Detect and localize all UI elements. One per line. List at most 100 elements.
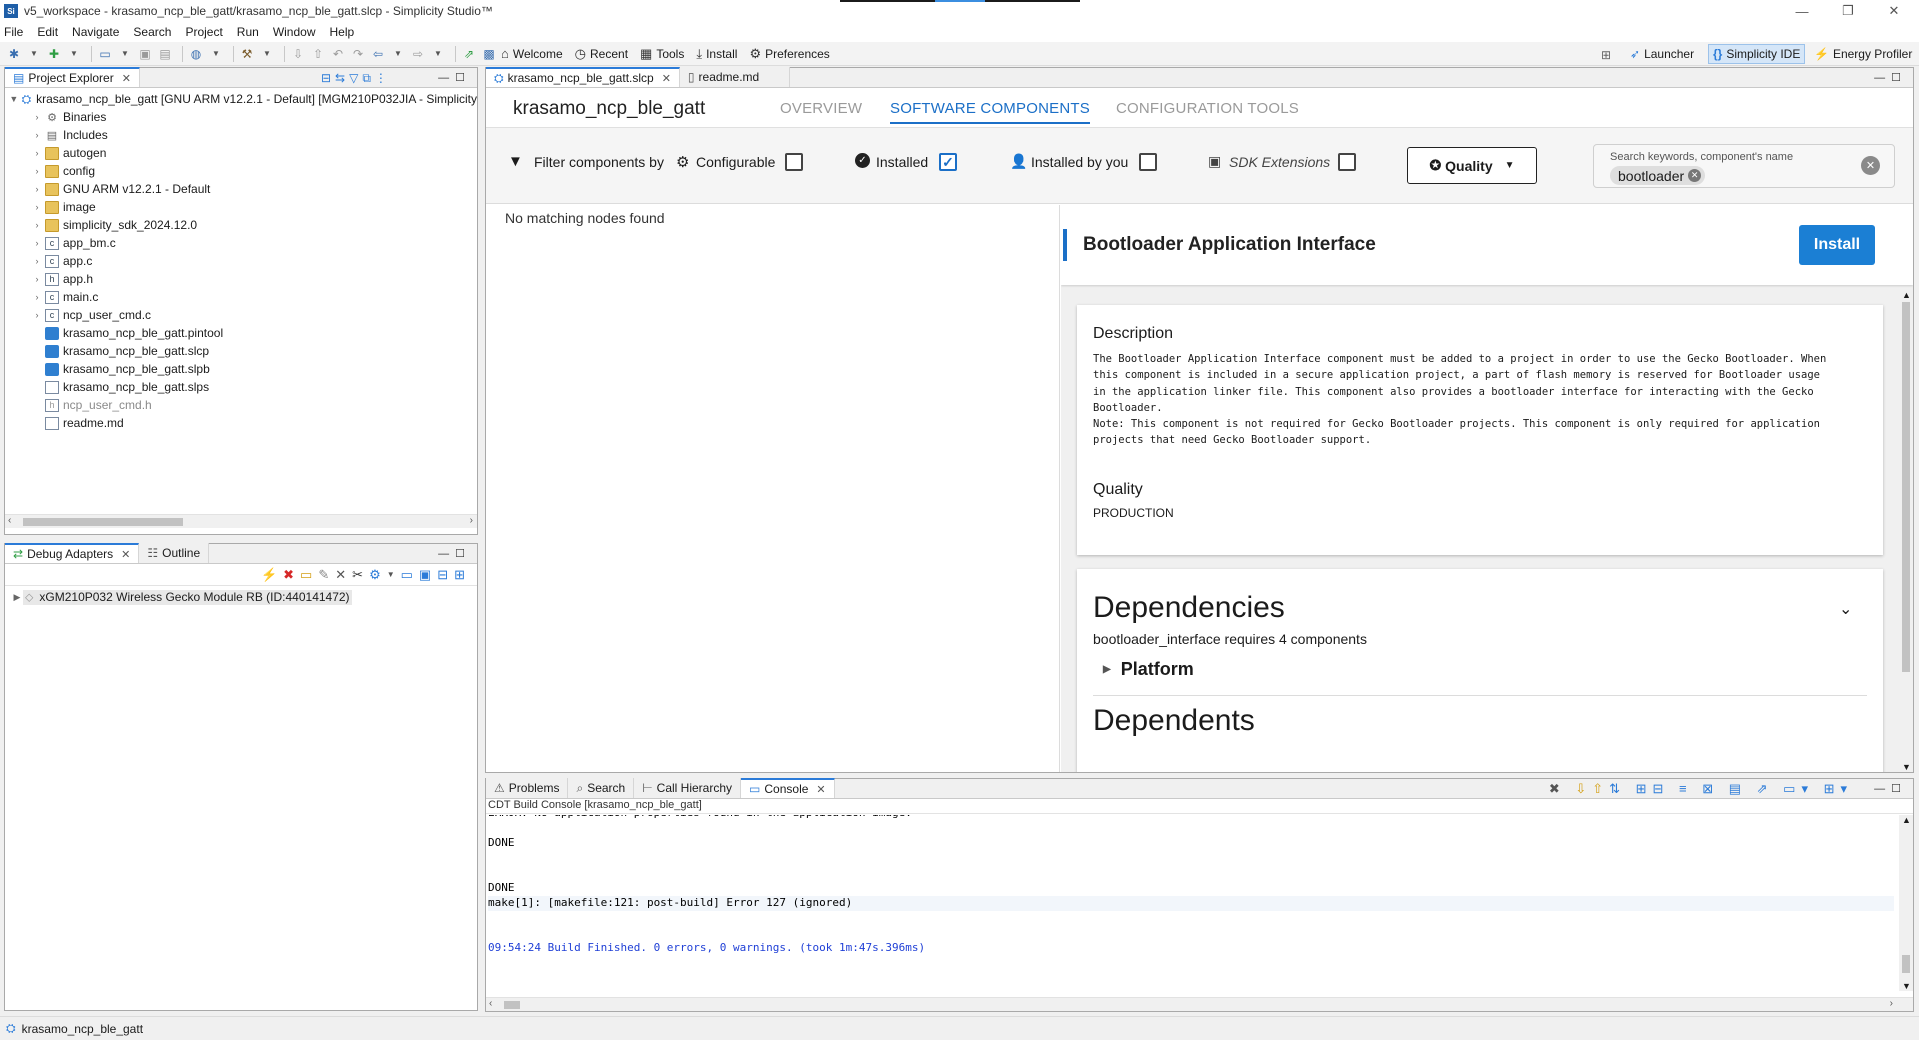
project-root-row[interactable]: ▼ ⛭ krasamo_ncp_ble_gatt [GNU ARM v12.2.… [5, 90, 477, 108]
project-tree-item[interactable]: › c ncp_user_cmd.c [5, 306, 477, 324]
install-button[interactable]: Install [1799, 225, 1875, 265]
search-chip[interactable]: bootloader ✕ [1610, 166, 1706, 185]
chevron-down-icon[interactable]: ⌄ [1839, 599, 1852, 619]
installed-by-you-checkbox[interactable] [1139, 153, 1157, 171]
toolbar-tools[interactable]: ▦ Tools [640, 46, 684, 62]
minimize-button[interactable]: — [1779, 0, 1825, 22]
menu-edit[interactable]: Edit [37, 25, 58, 39]
remove-icon[interactable]: ✕ [335, 567, 352, 583]
project-tree-item[interactable]: › simplicity_sdk_2024.12.0 [5, 216, 477, 234]
scroll-down-icon[interactable]: ▼ [1902, 981, 1911, 991]
explorer-toolbar-icons[interactable]: ⊟⇆▽⧉⋮ [321, 71, 391, 86]
tab-console[interactable]: ▭ Console ✕ [741, 778, 835, 798]
console-toolbar-icons[interactable]: ✖ ⇩⇧⇅ ⊞⊟ ≡ ⊠ ▤ ⇗ ▭▾ ⊞▾ [1549, 781, 1853, 797]
project-tree-item[interactable]: › c main.c [5, 288, 477, 306]
toolbar-install[interactable]: ⤓ Install [696, 46, 737, 62]
debug-device-row[interactable]: ▶ ⬦ xGM210P032 Wireless Gecko Module RB (… [5, 588, 477, 606]
chip-remove-icon[interactable]: ✕ [1688, 169, 1702, 182]
project-tree-item[interactable]: › config [5, 162, 477, 180]
project-tree-item[interactable]: krasamo_ncp_ble_gatt.pintool [5, 324, 477, 342]
open-task-icon[interactable]: ⇗ [461, 46, 477, 62]
perspective-energy-profiler[interactable]: ⚡ Energy Profiler [1810, 44, 1916, 64]
chevron-right-icon[interactable]: › [31, 292, 43, 302]
nav-overview[interactable]: OVERVIEW [780, 100, 862, 117]
forward-icon[interactable]: ⇨ [410, 46, 426, 62]
chevron-right-icon[interactable]: › [31, 310, 43, 320]
view-menu-icon[interactable]: ▭▣⊟⊞ [401, 567, 471, 583]
redo-icon[interactable]: ↷ [350, 46, 366, 62]
project-tree-item[interactable]: › c app.c [5, 252, 477, 270]
project-tree-item[interactable]: › ⚙ Binaries [5, 108, 477, 126]
dropdown-icon[interactable]: ▼ [390, 46, 406, 62]
scroll-thumb[interactable] [23, 518, 183, 526]
project-tree-item[interactable]: › ▤ Includes [5, 126, 477, 144]
connect-icon[interactable]: ⚡ [261, 567, 283, 583]
tab-readme[interactable]: ▯ readme.md [679, 67, 790, 87]
nav-software-components[interactable]: SOFTWARE COMPONENTS [890, 100, 1090, 124]
tab-project-explorer[interactable]: ▤ Project Explorer ✕ [5, 67, 140, 87]
tab-slcp-file[interactable]: ⛭ krasamo_ncp_ble_gatt.slcp ✕ [486, 67, 680, 87]
new-wizard-icon[interactable]: ✱ [6, 46, 22, 62]
perspective-simplicity-ide[interactable]: {} Simplicity IDE [1708, 44, 1806, 64]
close-icon[interactable]: ✕ [662, 72, 671, 85]
scroll-up-icon[interactable]: ▲ [1902, 290, 1911, 300]
scroll-thumb[interactable] [1902, 302, 1910, 672]
dropdown-icon[interactable]: ▼ [66, 46, 82, 62]
explorer-horizontal-scrollbar[interactable]: ‹ › [5, 514, 477, 528]
installed-checkbox[interactable]: ✓ [939, 153, 957, 171]
scroll-right-icon[interactable]: › [1890, 998, 1893, 1009]
debug-icon[interactable]: ✚ [46, 46, 62, 62]
tools-icon[interactable]: ✂ [352, 567, 369, 583]
toolbar-welcome[interactable]: ⌂ Welcome [501, 46, 563, 61]
debug-device-label[interactable]: ⬦ xGM210P032 Wireless Gecko Module RB (ID… [23, 589, 352, 605]
component-search-input[interactable]: Search keywords, component's name bootlo… [1593, 144, 1895, 188]
folder-icon[interactable]: ▭ [300, 567, 318, 583]
chevron-right-icon[interactable]: › [31, 256, 43, 266]
menu-project[interactable]: Project [185, 25, 222, 39]
toolbar-preferences[interactable]: ⚙ Preferences [749, 46, 829, 62]
dropdown-icon[interactable]: ▼ [259, 46, 275, 62]
tab-problems[interactable]: ⚠ Problems [486, 778, 569, 798]
scroll-left-icon[interactable]: ‹ [8, 515, 11, 526]
globe-icon[interactable]: ◍ [188, 46, 204, 62]
next-annotation-icon[interactable]: ⇩ [290, 46, 306, 62]
detail-vertical-scrollbar[interactable]: ▲ ▼ [1899, 290, 1913, 772]
toolbar-recent[interactable]: ◷ Recent [575, 46, 628, 62]
new-file-icon[interactable]: ▭ [97, 46, 113, 62]
open-perspective-icon[interactable]: ⊞ [1598, 47, 1614, 63]
project-tree-item[interactable]: › autogen [5, 144, 477, 162]
chevron-right-icon[interactable]: › [31, 274, 43, 284]
project-tree-item[interactable]: readme.md [5, 414, 477, 432]
menu-search[interactable]: Search [133, 25, 171, 39]
close-window-button[interactable]: ✕ [1871, 0, 1917, 22]
last-edit-icon[interactable]: ↶ [330, 46, 346, 62]
prev-annotation-icon[interactable]: ⇧ [310, 46, 326, 62]
project-tree-item[interactable]: › c app_bm.c [5, 234, 477, 252]
chevron-right-icon[interactable]: › [31, 238, 43, 248]
console-vertical-scrollbar[interactable]: ▲ ▼ [1899, 815, 1913, 991]
dropdown-icon[interactable]: ▼ [26, 46, 42, 62]
configurable-checkbox[interactable] [785, 153, 803, 171]
chevron-right-icon[interactable]: › [31, 148, 43, 158]
restore-button[interactable]: ❐ [1825, 0, 1871, 22]
project-tree-item[interactable]: › h app.h [5, 270, 477, 288]
perspective-launcher[interactable]: ➶ Launcher [1626, 44, 1698, 64]
close-icon[interactable]: ✕ [816, 783, 825, 796]
chevron-right-icon[interactable]: › [31, 184, 43, 194]
panel-minmax-icons[interactable]: —☐ [1874, 71, 1907, 84]
scroll-thumb[interactable] [1902, 955, 1910, 973]
menu-run[interactable]: Run [237, 25, 259, 39]
scroll-left-icon[interactable]: ‹ [489, 998, 492, 1009]
nav-configuration-tools[interactable]: CONFIGURATION TOOLS [1116, 100, 1299, 117]
chevron-right-icon[interactable]: › [31, 166, 43, 176]
chevron-right-icon[interactable]: › [31, 130, 43, 140]
project-tree-item[interactable]: krasamo_ncp_ble_gatt.slps [5, 378, 477, 396]
chevron-right-icon[interactable]: › [31, 202, 43, 212]
close-icon[interactable]: ✕ [122, 72, 131, 85]
panel-minmax-icons[interactable]: —☐ [1874, 782, 1907, 795]
quality-dropdown-button[interactable]: ✪ Quality ▼ [1407, 147, 1537, 184]
menu-navigate[interactable]: Navigate [72, 25, 119, 39]
save-all-icon[interactable]: ▤ [157, 46, 173, 62]
menu-file[interactable]: File [4, 25, 23, 39]
clear-search-icon[interactable]: ✕ [1861, 156, 1880, 175]
